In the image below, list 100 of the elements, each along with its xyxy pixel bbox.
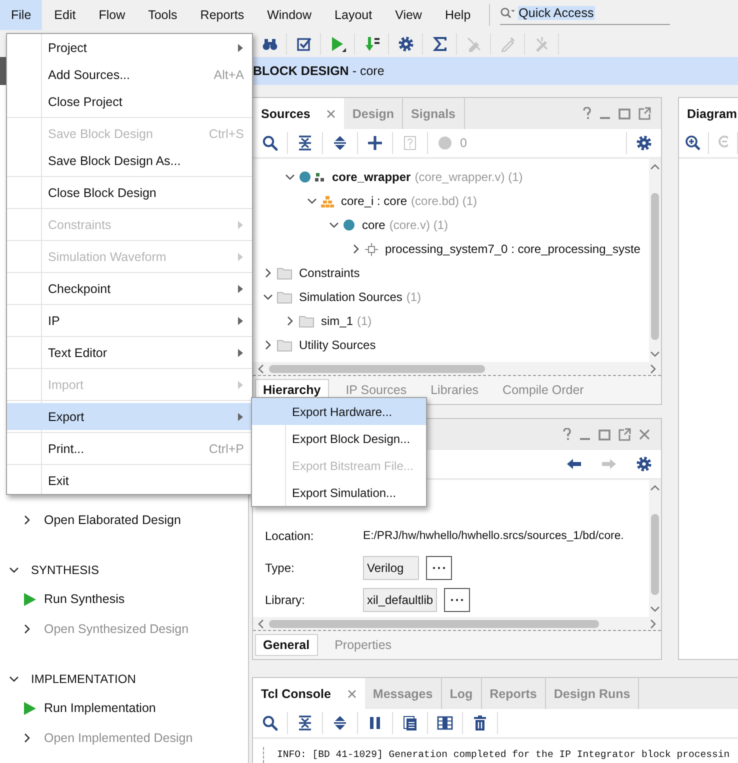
play-icon[interactable] (23, 700, 37, 716)
tree-item[interactable]: core_i : core (core.bd) (1) (341, 194, 478, 208)
panel-tab[interactable]: Sources (253, 98, 344, 129)
maximize-icon[interactable] (618, 107, 631, 120)
menu-item[interactable]: Export (7, 403, 252, 430)
menu-item[interactable]: Reports (189, 0, 256, 30)
close-icon[interactable] (638, 428, 651, 441)
scrollbar[interactable] (649, 159, 661, 362)
tree-item[interactable]: core (core.v) (1) (362, 218, 448, 232)
menu-item[interactable]: Text Editor (7, 339, 252, 366)
menu-item[interactable]: Tools (137, 0, 188, 30)
scroll-left-icon[interactable] (257, 618, 265, 628)
zoom-in-icon[interactable] (685, 135, 702, 151)
scroll-up-icon[interactable] (650, 163, 660, 171)
scrollbar-thumb[interactable] (651, 193, 659, 340)
menu-item[interactable]: Edit (43, 0, 87, 30)
sigma-icon[interactable] (432, 36, 448, 52)
tree-item[interactable]: sim_1 (1) (321, 314, 372, 328)
flow-link[interactable]: Open Elaborated Design (44, 513, 181, 527)
flow-link[interactable]: Run Synthesis (44, 592, 125, 606)
menu-item[interactable]: Exit (7, 467, 252, 494)
menu-item[interactable]: Close Block Design (7, 179, 252, 206)
menu-item[interactable]: Export Hardware... (252, 398, 426, 425)
chevron-down-icon[interactable] (9, 565, 19, 575)
download-arrow-icon[interactable] (364, 36, 380, 52)
columns-icon[interactable] (437, 715, 453, 731)
menu-item[interactable]: Window (256, 0, 323, 30)
search-icon[interactable] (262, 135, 278, 151)
scroll-down-icon[interactable] (650, 605, 660, 613)
search-icon[interactable] (262, 715, 278, 731)
tree-item[interactable]: processing_system7_0 : core_processing_syste (385, 242, 640, 256)
chevron-down-icon[interactable] (307, 196, 317, 206)
close-icon[interactable] (346, 688, 357, 698)
chevron-down-icon[interactable] (285, 172, 295, 182)
flow-link[interactable]: Run Implementation (44, 701, 156, 715)
arrow-left-icon[interactable] (566, 456, 582, 472)
menu-item[interactable]: Help (434, 0, 482, 30)
collapse-icon[interactable] (297, 715, 313, 731)
menu-item[interactable]: Add Sources... Alt+A (7, 61, 252, 88)
gear-icon[interactable] (636, 135, 652, 151)
chevron-down-icon[interactable] (9, 674, 19, 684)
tree-item[interactable]: Simulation Sources (1) (299, 290, 422, 304)
tree-item[interactable]: Constraints (299, 266, 360, 280)
menu-item[interactable]: Close Project (7, 88, 252, 115)
play-icon[interactable] (23, 592, 37, 606)
help-icon[interactable] (582, 107, 592, 120)
scroll-right-icon[interactable] (649, 618, 657, 628)
scrollbar[interactable] (253, 617, 661, 630)
scroll-right-icon[interactable] (649, 364, 657, 374)
scrollbar[interactable] (253, 362, 661, 375)
maximize-icon[interactable] (598, 428, 611, 441)
scrollbar-thumb[interactable] (269, 620, 599, 628)
chevron-right-icon[interactable] (263, 340, 273, 350)
float-icon[interactable] (638, 107, 651, 120)
expand-icon[interactable] (332, 135, 348, 151)
chevron-right-icon[interactable] (23, 624, 31, 634)
trash-icon[interactable] (472, 715, 488, 731)
gear-icon[interactable] (636, 456, 652, 472)
float-icon[interactable] (618, 428, 631, 441)
menu-item[interactable]: Layout (324, 0, 384, 30)
browse-button[interactable] (444, 588, 470, 612)
scroll-down-icon[interactable] (650, 350, 660, 358)
copy-icon[interactable] (402, 715, 418, 731)
scroll-left-icon[interactable] (257, 364, 265, 374)
chevron-down-icon[interactable] (263, 292, 273, 302)
pause-icon[interactable] (367, 715, 383, 731)
scrollbar-thumb[interactable] (269, 364, 485, 372)
tree-item[interactable]: core_wrapper (core_wrapper.v) (1) (332, 170, 523, 184)
menu-item[interactable]: Save Block Design As... (7, 147, 252, 174)
panel-tab[interactable]: Diagram (679, 98, 738, 129)
chevron-right-icon[interactable] (263, 268, 273, 278)
choice-field[interactable]: xil_defaultlib (363, 588, 438, 612)
panel-tab[interactable]: Tcl Console (253, 678, 365, 709)
checkbox-icon[interactable] (296, 36, 312, 52)
menu-item[interactable]: Checkpoint (7, 275, 252, 302)
scrollbar[interactable] (649, 480, 661, 617)
chevron-right-icon[interactable] (285, 316, 295, 326)
tree-item[interactable]: Utility Sources (299, 338, 376, 352)
choice-field[interactable]: Verilog (363, 556, 419, 580)
scrollbar-thumb[interactable] (651, 514, 659, 595)
expand-icon[interactable] (332, 715, 348, 731)
close-icon[interactable] (326, 108, 336, 118)
menu-item[interactable]: Project (7, 34, 252, 61)
browse-button[interactable] (426, 556, 452, 580)
chevron-down-icon[interactable] (329, 220, 339, 230)
menu-item[interactable]: IP (7, 307, 252, 334)
plus-icon[interactable] (367, 135, 383, 151)
chevron-right-icon[interactable] (351, 244, 361, 254)
collapse-icon[interactable] (297, 135, 313, 151)
search-field[interactable]: Quick Access (500, 2, 670, 24)
menu-item[interactable]: Print... Ctrl+P (7, 435, 252, 462)
help-icon[interactable] (562, 428, 572, 441)
chevron-right-icon[interactable] (23, 733, 31, 743)
play-icon[interactable] (330, 36, 346, 52)
menu-item[interactable]: Flow (88, 0, 136, 30)
gear-icon[interactable] (398, 36, 414, 52)
view-tab[interactable]: General (255, 634, 318, 656)
menu-item[interactable]: View (384, 0, 433, 30)
menu-item[interactable]: Export Simulation... (252, 479, 426, 506)
menu-item[interactable]: File (0, 0, 42, 30)
